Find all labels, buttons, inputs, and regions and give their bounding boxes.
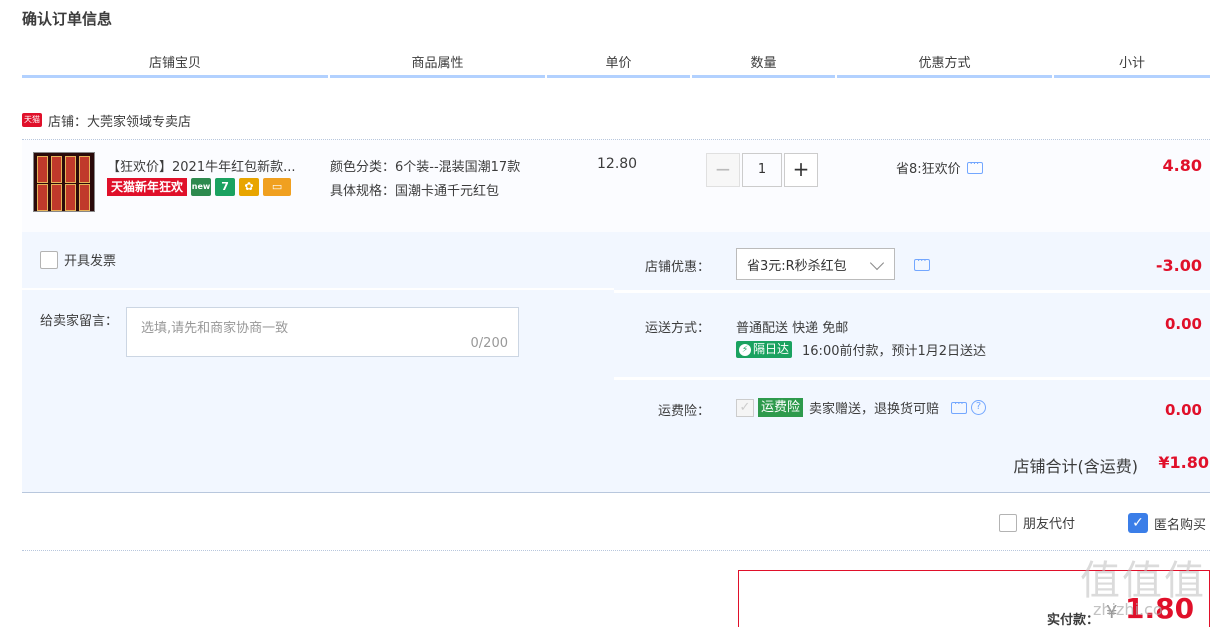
col-shop-item: 店铺宝贝 — [22, 54, 328, 78]
col-attributes: 商品属性 — [330, 54, 545, 78]
item-attr-spec: 具体规格：国潮卡通千元红包 — [330, 184, 500, 199]
item-discount: 省8:狂欢价 — [896, 156, 983, 177]
col-discount: 优惠方式 — [837, 54, 1052, 78]
shop-name[interactable]: 店铺：大莞家领域专卖店 — [48, 111, 191, 130]
insurance-desc: 卖家赠送，退换货可赔 — [809, 402, 940, 417]
next-day-badge: ⚡ 隔日达 — [736, 341, 793, 358]
shop-line: 天猫 店铺：大莞家领域专卖店 — [22, 110, 191, 130]
quantity-stepper: − 1 + — [706, 153, 818, 187]
divider — [22, 288, 614, 290]
insurance-checkbox: ✓ — [736, 398, 754, 417]
friend-pay-label: 朋友代付 — [1023, 517, 1076, 532]
tmall-icon: 天猫 — [22, 113, 42, 127]
seven-day-icon: 7 — [215, 178, 236, 196]
col-quantity: 数量 — [692, 54, 835, 78]
invoice-label: 开具发票 — [64, 254, 117, 269]
plus-button[interactable]: + — [784, 153, 818, 187]
anonymous-checkbox[interactable]: ✓ — [1128, 513, 1148, 533]
anonymous-option[interactable]: ✓ 匿名购买 — [1128, 513, 1206, 533]
col-unit-price: 单价 — [547, 54, 690, 78]
col-subtotal: 小计 — [1054, 54, 1210, 78]
shipping-eta: 16:00前付款，预计1月2日送达 — [802, 344, 987, 359]
invoice-option[interactable]: 开具发票 — [40, 250, 116, 269]
item-unit-price: 12.80 — [597, 156, 638, 172]
shop-discount-value: 省3元:R秒杀红包 — [747, 258, 847, 274]
minus-button[interactable]: − — [706, 153, 740, 187]
shipping-label: 运送方式： — [644, 321, 710, 336]
item-thumbnail[interactable] — [33, 152, 95, 212]
bolt-icon: ⚡ — [739, 343, 751, 356]
new-icon: new — [191, 178, 212, 196]
card-icon: ▭ — [263, 178, 292, 196]
message-icon[interactable] — [914, 253, 930, 271]
friend-pay-checkbox[interactable] — [999, 513, 1017, 532]
message-icon[interactable] — [966, 156, 983, 174]
shipping-method: 普通配送 快递 免邮 — [736, 321, 849, 336]
page-title: 确认订单信息 — [22, 10, 113, 28]
shop-discount-amount: -3.00 — [1155, 256, 1202, 275]
note-placeholder: 选填,请先和商家协商一致 — [141, 321, 289, 336]
message-icon[interactable] — [951, 396, 968, 414]
insurance-label: 运费险： — [657, 404, 710, 419]
insurance-tag: 运费险 — [758, 398, 804, 417]
next-day-text: 隔日达 — [753, 342, 790, 356]
friend-pay-option[interactable]: 朋友代付 — [999, 513, 1075, 532]
invoice-checkbox[interactable] — [40, 250, 58, 269]
shop-total-value: ¥1.80 — [1158, 453, 1209, 472]
quantity-input[interactable]: 1 — [742, 153, 782, 187]
shipping-amount: 0.00 — [1164, 315, 1202, 333]
column-header: 店铺宝贝 商品属性 单价 数量 优惠方式 小计 — [22, 54, 1210, 78]
watermark-logo: 值值值 — [1080, 558, 1206, 604]
shop-discount-select[interactable]: 省3元:R秒杀红包 — [736, 248, 895, 280]
item-subtotal: 4.80 — [1162, 156, 1202, 175]
help-icon[interactable]: ? — [971, 400, 987, 415]
shop-total-label: 店铺合计(含运费) — [1013, 457, 1139, 476]
shop-discount-label: 店铺优惠： — [644, 260, 710, 275]
guarantee-icon: ✿ — [239, 178, 260, 196]
insurance-row: ✓ 运费险 卖家赠送，退换货可赔 ? — [736, 396, 987, 417]
divider — [22, 550, 1210, 551]
seller-note-input[interactable]: 选填,请先和商家协商一致 0/200 — [126, 307, 519, 357]
chevron-down-icon — [869, 255, 885, 271]
watermark-site: zhizhi.co — [1093, 600, 1163, 619]
discount-text: 省8:狂欢价 — [896, 162, 961, 177]
item-tags: 天猫新年狂欢 new 7 ✿ ▭ — [107, 177, 292, 197]
note-char-count: 0/200 — [470, 336, 508, 351]
promo-tag: 天猫新年狂欢 — [107, 178, 188, 196]
insurance-amount: 0.00 — [1164, 401, 1202, 419]
item-title[interactable]: 【狂欢价】2021牛年红包新款... — [107, 156, 295, 175]
anonymous-label: 匿名购买 — [1154, 517, 1207, 533]
item-attr-color: 颜色分类：6个装--混装国潮17款 — [330, 160, 521, 175]
note-label: 给卖家留言： — [40, 314, 119, 329]
pay-label: 实付款： — [1047, 613, 1100, 627]
shipping-eta-row: ⚡ 隔日达 16:00前付款，预计1月2日送达 — [736, 340, 986, 359]
